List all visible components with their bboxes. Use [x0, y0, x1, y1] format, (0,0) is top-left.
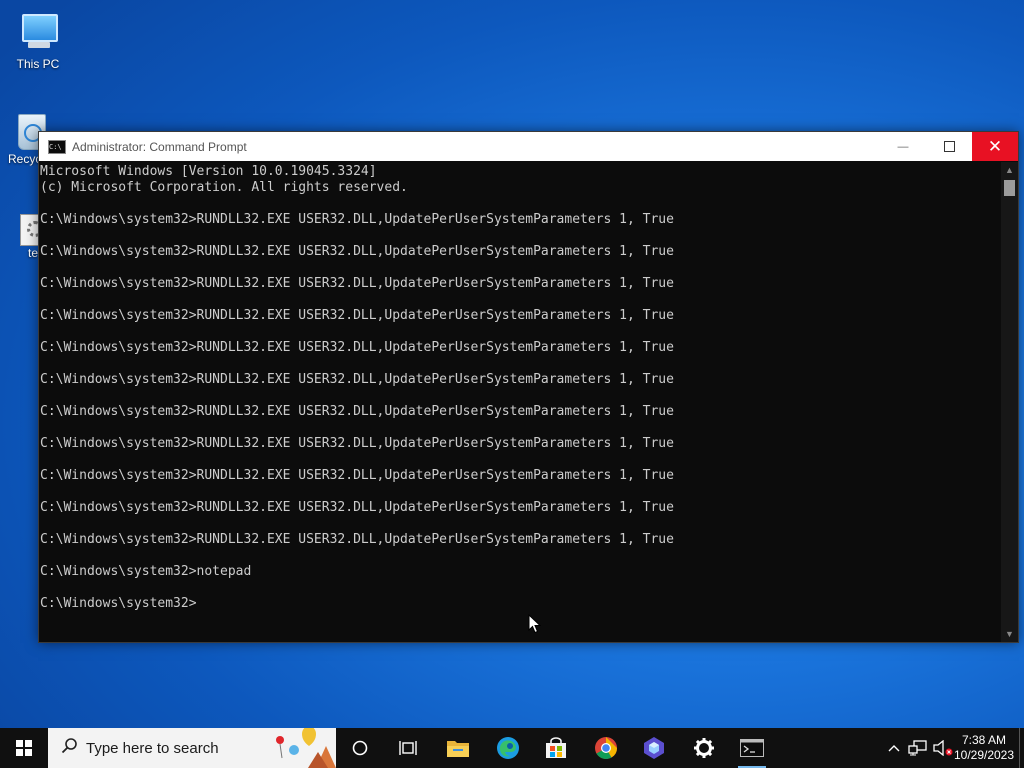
console-line: C:\Windows\system32>RUNDLL32.EXE USER32.…	[40, 532, 674, 547]
cortana-icon	[352, 740, 368, 756]
search-placeholder: Type here to search	[86, 739, 219, 757]
console-line: C:\Windows\system32>RUNDLL32.EXE USER32.…	[40, 340, 674, 355]
pinned-app-button[interactable]	[630, 728, 678, 768]
vertical-scrollbar[interactable]: ▲ ▼	[1001, 162, 1018, 642]
chrome-icon	[595, 737, 617, 759]
search-box[interactable]: Type here to search	[48, 728, 336, 768]
store-button[interactable]	[532, 728, 580, 768]
search-highlight-art-icon	[276, 728, 336, 768]
store-icon	[546, 737, 566, 758]
desktop-icon-this-pc[interactable]: This PC	[0, 10, 76, 71]
console-line: C:\Windows\system32>RUNDLL32.EXE USER32.…	[40, 244, 674, 259]
maximize-button[interactable]	[926, 132, 972, 161]
network-icon	[908, 740, 927, 756]
minimize-button[interactable]: —	[880, 132, 926, 161]
clock-time: 7:38 AM	[961, 733, 1007, 747]
windows-logo-icon	[16, 740, 32, 756]
scroll-down-icon[interactable]: ▼	[1001, 626, 1018, 642]
console-line: Microsoft Windows [Version 10.0.19045.33…	[40, 164, 377, 179]
chevron-up-icon	[888, 745, 900, 752]
console-line: C:\Windows\system32>RUNDLL32.EXE USER32.…	[40, 276, 674, 291]
file-explorer-button[interactable]	[434, 728, 482, 768]
console-line: C:\Windows\system32>RUNDLL32.EXE USER32.…	[40, 308, 674, 323]
search-icon	[61, 737, 78, 759]
desktop-icon-label: This PC	[16, 57, 60, 71]
console-line: C:\Windows\system32>RUNDLL32.EXE USER32.…	[40, 372, 674, 387]
taskbar-clock[interactable]: 7:38 AM 10/29/2023	[952, 728, 1016, 768]
show-desktop-button[interactable]	[1019, 728, 1024, 768]
console-line: C:\Windows\system32>	[40, 596, 197, 611]
mouse-cursor-icon	[528, 614, 542, 634]
console-output[interactable]: Microsoft Windows [Version 10.0.19045.33…	[39, 162, 1001, 642]
console-line: C:\Windows\system32>RUNDLL32.EXE USER32.…	[40, 212, 674, 227]
title-bar[interactable]: C:\ Administrator: Command Prompt — ✕	[39, 132, 1018, 161]
minimize-icon: —	[897, 140, 909, 153]
chrome-button[interactable]	[582, 728, 630, 768]
edge-button[interactable]	[484, 728, 532, 768]
command-prompt-taskbar-button[interactable]	[728, 728, 776, 768]
taskbar: Type here to search 7:38 AM 10/29/2023	[0, 728, 1024, 768]
cmd-window-icon: C:\	[48, 139, 66, 154]
console-line: C:\Windows\system32>RUNDLL32.EXE USER32.…	[40, 468, 674, 483]
settings-button[interactable]	[680, 728, 728, 768]
scroll-up-icon[interactable]: ▲	[1001, 162, 1018, 178]
network-button[interactable]	[906, 728, 930, 768]
console-line: C:\Windows\system32>notepad	[40, 564, 252, 579]
file-explorer-icon	[447, 741, 469, 757]
close-icon: ✕	[987, 136, 1003, 156]
console-line: (c) Microsoft Corporation. All rights re…	[40, 180, 408, 195]
edge-icon	[497, 737, 519, 759]
task-view-button[interactable]	[384, 728, 432, 768]
window-title: Administrator: Command Prompt	[72, 139, 247, 154]
close-button[interactable]: ✕	[972, 132, 1018, 161]
cortana-button[interactable]	[336, 728, 384, 768]
clock-date: 10/29/2023	[953, 748, 1015, 762]
volume-muted-icon	[933, 740, 953, 756]
start-button[interactable]	[0, 728, 48, 768]
volume-button[interactable]	[932, 728, 954, 768]
task-view-icon	[399, 741, 417, 755]
maximize-icon	[943, 141, 955, 152]
console-line: C:\Windows\system32>RUNDLL32.EXE USER32.…	[40, 436, 674, 451]
settings-icon	[694, 738, 714, 758]
scrollbar-thumb[interactable]	[1004, 180, 1015, 196]
console-line: C:\Windows\system32>RUNDLL32.EXE USER32.…	[40, 404, 674, 419]
show-hidden-icons-button[interactable]	[884, 728, 904, 768]
app-icon	[644, 737, 664, 759]
command-prompt-icon	[740, 739, 764, 757]
computer-icon	[16, 10, 60, 54]
command-prompt-window[interactable]: C:\ Administrator: Command Prompt — ✕ Mi…	[38, 131, 1019, 643]
console-line: C:\Windows\system32>RUNDLL32.EXE USER32.…	[40, 500, 674, 515]
